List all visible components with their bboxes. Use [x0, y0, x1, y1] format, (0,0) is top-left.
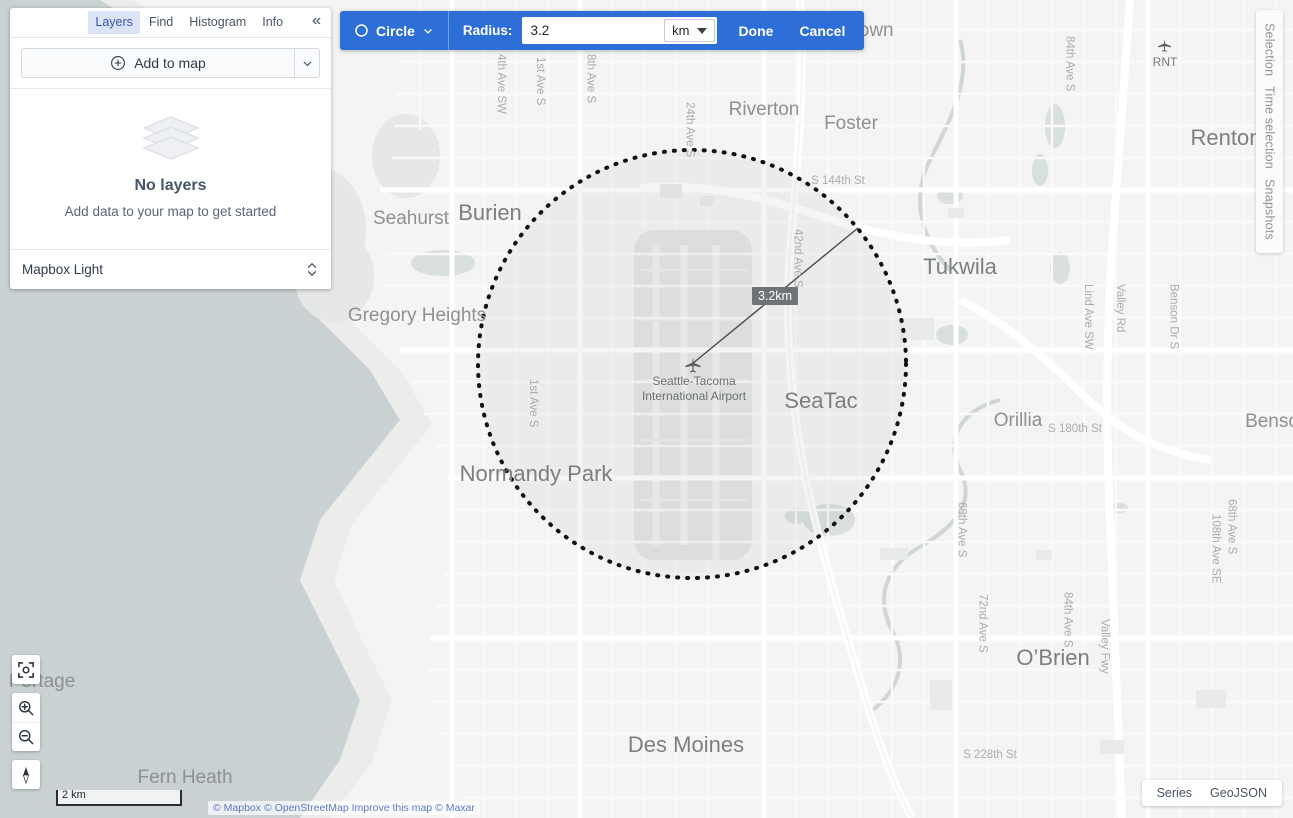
- chevron-double-left-icon[interactable]: «: [310, 13, 323, 32]
- tab-layers[interactable]: Layers: [88, 11, 140, 34]
- tab-find[interactable]: Find: [142, 11, 180, 33]
- empty-state-subtitle: Add data to your map to get started: [64, 204, 277, 219]
- layers-stack-icon: [140, 115, 202, 161]
- triangle-down-icon: [697, 27, 708, 35]
- map-controls: [12, 655, 40, 798]
- map-scale-bar: 2 km: [56, 789, 182, 806]
- tab-time-selection[interactable]: Time selection: [1263, 81, 1277, 174]
- add-to-map-label: Add to map: [134, 55, 206, 71]
- selection-toolbar: Circle Radius: km Done Cancel: [340, 11, 865, 50]
- add-to-map-row: Add to map: [10, 38, 331, 89]
- radius-input-group: km: [522, 17, 718, 44]
- tab-geojson[interactable]: GeoJSON: [1201, 786, 1276, 800]
- radius-input[interactable]: [522, 17, 665, 44]
- circle-outline-icon: [354, 23, 369, 38]
- map-attribution[interactable]: © Mapbox © OpenStreetMap Improve this ma…: [208, 801, 480, 815]
- layers-panel-tabbar: Layers Find Histogram Info «: [10, 8, 331, 38]
- add-to-map-dropdown-button[interactable]: [294, 48, 320, 78]
- layers-empty-state: No layers Add data to your map to get st…: [10, 89, 331, 249]
- application-root: Riverton Foster Renton Tukwila Burien Seahurs…: [0, 0, 1293, 818]
- tab-histogram[interactable]: Histogram: [182, 11, 253, 33]
- airplane-icon: [684, 356, 702, 379]
- chevron-down-icon: [422, 25, 434, 37]
- radius-unit-label: km: [672, 23, 690, 38]
- tab-series[interactable]: Series: [1148, 786, 1201, 800]
- shape-type-dropdown[interactable]: Circle: [340, 23, 448, 39]
- done-button[interactable]: Done: [725, 23, 786, 39]
- airplane-icon-rnt: [1157, 38, 1172, 58]
- right-sidebar-tabs: Selection Time selection Snapshots: [1256, 10, 1283, 254]
- zoom-controls-group: [12, 693, 40, 751]
- compass-group: [12, 760, 40, 789]
- radius-measure-chip: 3.2km: [752, 287, 799, 305]
- compass-needle-icon[interactable]: [12, 760, 40, 789]
- chevron-down-icon: [301, 57, 314, 70]
- fit-bounds-group: [12, 655, 40, 684]
- plus-circle-icon: [110, 55, 126, 71]
- layers-panel: Layers Find Histogram Info « Add to map: [10, 8, 331, 289]
- scale-bar-label: 2 km: [62, 789, 86, 801]
- basemap-selector-label: Mapbox Light: [22, 262, 104, 277]
- shape-type-label: Circle: [376, 22, 415, 39]
- basemap-selector[interactable]: Mapbox Light: [10, 249, 331, 289]
- zoom-in-icon[interactable]: [12, 693, 40, 722]
- zoom-out-icon[interactable]: [12, 722, 40, 751]
- radius-unit-dropdown[interactable]: km: [664, 19, 716, 42]
- tab-info[interactable]: Info: [255, 11, 290, 33]
- output-format-tabs: Series GeoJSON: [1141, 780, 1282, 806]
- add-to-map-button[interactable]: Add to map: [21, 48, 294, 78]
- sort-updown-icon: [305, 261, 319, 278]
- empty-state-title: No layers: [134, 177, 207, 194]
- tab-selection[interactable]: Selection: [1263, 18, 1277, 81]
- radius-label: Radius:: [462, 23, 513, 38]
- cancel-button[interactable]: Cancel: [786, 23, 858, 39]
- tab-snapshots[interactable]: Snapshots: [1263, 174, 1277, 245]
- fit-screen-icon[interactable]: [12, 655, 40, 684]
